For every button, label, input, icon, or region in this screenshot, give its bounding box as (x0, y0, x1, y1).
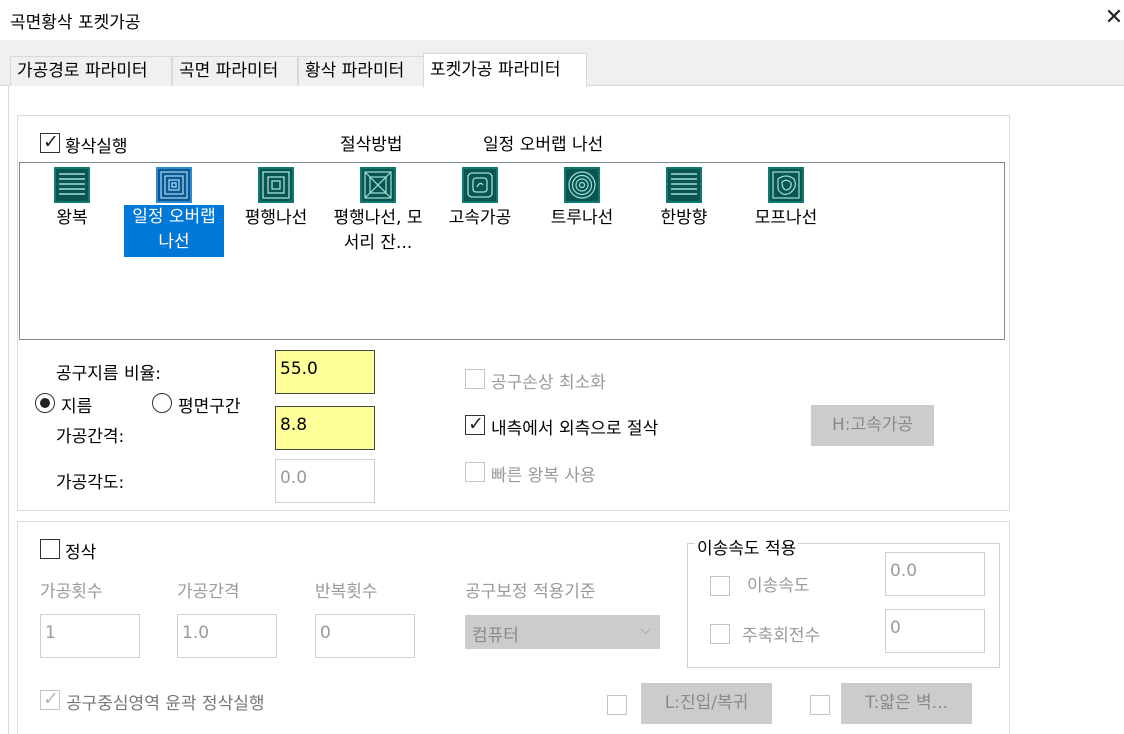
method-label-parallel-spiral[interactable]: 평행나선 (236, 206, 316, 231)
close-icon[interactable]: ✕ (1101, 4, 1124, 32)
parallel-spiral-icon[interactable] (258, 167, 294, 203)
fast-zigzag-label: 빠른 왕복 사용 (491, 466, 596, 486)
tab-toolpath-parameters[interactable]: 가공경로 파라미터 (10, 56, 172, 86)
chevron-down-icon: ⌵ (640, 622, 651, 638)
inside-out-label: 내측에서 외측으로 절삭 (491, 419, 659, 439)
high-speed-icon[interactable] (462, 167, 498, 203)
thinwall-checkbox[interactable] (810, 695, 830, 715)
check-icon: ✓ (43, 688, 59, 710)
spindle-checkbox[interactable] (710, 624, 730, 644)
tab-label: 곡면 파라미터 (179, 61, 279, 81)
angle-input[interactable]: 0.0 (275, 459, 375, 503)
method-label-true-spiral[interactable]: 트루나선 (542, 206, 622, 231)
constant-overlap-spiral-icon[interactable] (156, 167, 192, 203)
true-spiral-icon[interactable] (564, 167, 600, 203)
thinwall-button[interactable]: T:얇은 벽... (841, 683, 972, 724)
radio-diameter-label: 지름 (61, 397, 93, 417)
high-speed-button[interactable]: H:고속가공 (811, 405, 934, 446)
cutting-method-header: 절삭방법 (340, 135, 403, 155)
stepover-input[interactable]: 8.8 (275, 406, 375, 450)
feed-override-title: 이송속도 적용 (695, 534, 799, 559)
finish-repeat-label: 반복횟수 (315, 582, 378, 602)
parallel-spiral-corner-icon[interactable] (360, 167, 396, 203)
tab-rough-parameters[interactable]: 황삭 파라미터 (298, 56, 424, 86)
tab-label: 가공경로 파라미터 (17, 61, 148, 81)
feedrate-checkbox[interactable] (710, 576, 730, 596)
window-title: 곡면황삭 포켓가공 (10, 13, 141, 33)
fast-zigzag-checkbox[interactable] (465, 462, 485, 482)
feedrate-label: 이송속도 (747, 576, 810, 596)
cutter-comp-value: 컴퓨터 (472, 626, 519, 646)
finish-enable-label: 정삭 (65, 543, 97, 563)
minimize-tool-burial-checkbox[interactable] (465, 369, 485, 389)
method-label-zigzag[interactable]: 왕복 (40, 206, 104, 231)
radio-diameter[interactable] (35, 393, 55, 413)
method-label-parallel-spiral-corner[interactable]: 평행나선, 모서리 잔... (326, 206, 430, 258)
stepover-label: 가공간격: (56, 427, 125, 447)
method-label-one-way[interactable]: 한방향 (644, 206, 724, 231)
cutter-comp-select[interactable]: 컴퓨터 ⌵ (465, 615, 660, 649)
minimize-tool-burial-label: 공구손상 최소화 (491, 373, 606, 393)
title-bar (0, 0, 1124, 40)
finish-spacing-label: 가공간격 (177, 582, 240, 602)
finish-passes-input[interactable]: 1 (40, 614, 140, 658)
roughing-enable-checkbox[interactable]: ✓ (40, 131, 60, 153)
cutting-method-value: 일정 오버랩 나선 (483, 135, 604, 155)
tool-diameter-ratio-input[interactable]: 55.0 (275, 350, 375, 394)
radio-flat-area-label: 평면구간 (178, 397, 241, 417)
tool-diameter-ratio-label: 공구지름 비율: (56, 364, 161, 384)
method-label-morph-spiral[interactable]: 모프나선 (746, 206, 826, 231)
morph-spiral-icon[interactable] (768, 167, 804, 203)
spindle-label: 주축회전수 (742, 626, 821, 646)
finish-repeat-input[interactable]: 0 (315, 614, 415, 658)
angle-label: 가공각도: (56, 473, 125, 493)
zigzag-icon[interactable] (54, 167, 90, 203)
method-label-high-speed[interactable]: 고속가공 (440, 206, 520, 231)
leadin-button[interactable]: L:진입/복귀 (641, 683, 772, 724)
roughing-enable-label: 황삭실행 (65, 137, 128, 157)
contour-finish-checkbox[interactable]: ✓ (40, 688, 60, 710)
feedrate-input[interactable]: 0.0 (885, 552, 985, 596)
check-icon: ✓ (43, 131, 59, 153)
radio-flat-area[interactable] (152, 393, 172, 413)
contour-finish-label: 공구중심영역 윤곽 정삭실행 (66, 694, 265, 714)
tab-label: 포켓가공 파라미터 (430, 60, 561, 80)
finish-passes-label: 가공횟수 (40, 582, 103, 602)
radio-selected-dot (40, 398, 50, 408)
inside-out-checkbox[interactable]: ✓ (465, 413, 485, 435)
tab-label: 황삭 파라미터 (305, 61, 405, 81)
finish-spacing-input[interactable]: 1.0 (177, 614, 277, 658)
leadin-checkbox[interactable] (607, 695, 627, 715)
check-icon: ✓ (468, 413, 484, 435)
finish-enable-checkbox[interactable] (40, 539, 60, 559)
cutter-comp-label: 공구보정 적용기준 (465, 582, 596, 602)
spindle-input[interactable]: 0 (885, 609, 985, 653)
tab-surface-parameters[interactable]: 곡면 파라미터 (172, 56, 298, 86)
method-label-constant-overlap-spiral[interactable]: 일정 오버랩 나선 (124, 205, 224, 257)
one-way-icon[interactable] (666, 167, 702, 203)
tab-pocket-parameters[interactable]: 포켓가공 파라미터 (423, 53, 587, 87)
